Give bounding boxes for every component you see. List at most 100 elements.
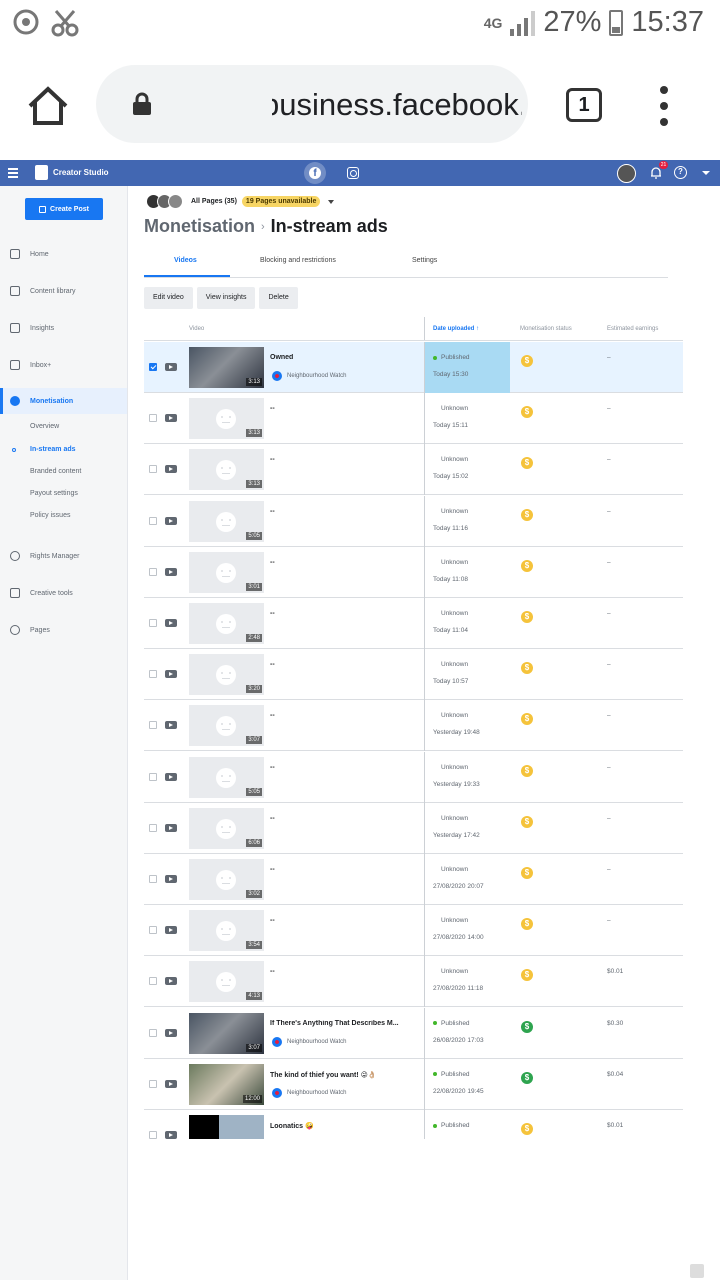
sidebar-item-monetisation[interactable]: Monetisation: [0, 388, 127, 414]
table-row[interactable]: 3:54 -- Unknown 27/08/2020 14:00 $ –: [144, 905, 683, 957]
table-row[interactable]: 12:00 The kind of thief you want! 😜👌🏼 Neig…: [144, 1058, 683, 1110]
table-row[interactable]: 5:05 -- Unknown Yesterday 19:33 $ –: [144, 751, 683, 803]
table-row[interactable]: 4:13 -- Unknown 27/08/2020 11:18 $ $0.01: [144, 956, 683, 1008]
tab-switcher-button[interactable]: 1: [566, 88, 602, 122]
help-icon[interactable]: ?: [674, 166, 687, 179]
subnav-branded-content[interactable]: Branded content: [30, 468, 81, 475]
row-checkbox[interactable]: [149, 977, 157, 986]
video-thumbnail[interactable]: 3:02: [189, 859, 264, 900]
video-thumbnail[interactable]: 3:13: [189, 347, 264, 388]
video-title[interactable]: Owned: [270, 354, 416, 361]
row-checkbox[interactable]: [149, 1131, 157, 1139]
video-thumbnail[interactable]: [189, 1115, 264, 1139]
video-thumbnail[interactable]: 3:07: [189, 705, 264, 747]
create-post-button[interactable]: Create Post: [25, 198, 103, 220]
row-checkbox[interactable]: [149, 619, 157, 627]
sidebar-item-pages[interactable]: Pages: [0, 617, 127, 643]
row-checkbox[interactable]: [149, 567, 157, 576]
signal-icon: [510, 10, 536, 36]
table-row[interactable]: 3:20 -- Unknown Today 10:57 $ –: [144, 649, 683, 701]
subnav-overview[interactable]: Overview: [30, 423, 59, 430]
row-checkbox[interactable]: [149, 414, 157, 423]
url-text[interactable]: business.facebook.com: [272, 87, 522, 123]
sidebar-item-content-library[interactable]: Content library: [0, 278, 127, 304]
video-thumbnail[interactable]: 5:05: [189, 500, 264, 542]
video-thumbnail[interactable]: 3:13: [189, 449, 264, 491]
profile-avatar[interactable]: [617, 164, 636, 183]
video-thumbnail[interactable]: 12:00: [189, 1063, 264, 1105]
row-checkbox[interactable]: [149, 823, 157, 832]
video-title[interactable]: If There's Anything That Describes M...: [270, 1020, 416, 1027]
chevron-down-icon[interactable]: [328, 199, 335, 204]
table-row[interactable]: Loonatics 🤪 Published $ $0.01: [144, 1110, 683, 1139]
sidebar-item-rights-manager[interactable]: Rights Manager: [0, 543, 127, 569]
pages-selector[interactable]: All Pages (35) 19 Pages unavailable: [146, 194, 335, 209]
tab-settings[interactable]: Settings: [412, 257, 437, 264]
sidebar-item-creative-tools[interactable]: Creative tools: [0, 580, 127, 606]
account-menu-caret-icon[interactable]: [702, 171, 710, 175]
row-checkbox[interactable]: [149, 465, 157, 474]
video-thumbnail[interactable]: 3:13: [189, 398, 264, 440]
sidebar-item-inbox[interactable]: Inbox+: [0, 352, 127, 378]
table-row[interactable]: 5:05 -- Unknown Today 11:16 $ –: [144, 495, 683, 547]
sidebar-item-home[interactable]: Home: [0, 241, 127, 267]
address-bar[interactable]: business.facebook.com: [96, 65, 528, 143]
video-title[interactable]: Loonatics 🤪: [270, 1122, 416, 1130]
row-checkbox[interactable]: [149, 926, 157, 935]
col-date-uploaded[interactable]: Date uploaded ↑: [433, 326, 479, 332]
video-title[interactable]: --: [270, 661, 416, 668]
subnav-in-stream-ads[interactable]: In-stream ads: [30, 446, 76, 453]
video-thumbnail[interactable]: 3:01: [189, 551, 264, 593]
hamburger-icon[interactable]: [8, 168, 18, 180]
video-thumbnail[interactable]: 2:48: [189, 603, 264, 644]
row-checkbox[interactable]: [149, 1028, 157, 1037]
video-title[interactable]: --: [270, 968, 416, 975]
row-checkbox[interactable]: [149, 670, 157, 679]
video-title[interactable]: --: [270, 815, 416, 822]
table-row[interactable]: 3:13 Owned Neighbourhood Watch Published Tod…: [144, 342, 683, 393]
video-title[interactable]: --: [270, 405, 416, 412]
facebook-tab-icon[interactable]: f: [304, 162, 326, 184]
video-title[interactable]: --: [270, 508, 416, 515]
video-title[interactable]: --: [270, 866, 416, 873]
video-thumbnail[interactable]: 3:54: [189, 910, 264, 952]
row-checkbox[interactable]: [149, 363, 157, 371]
video-title[interactable]: --: [270, 610, 416, 617]
table-row[interactable]: 2:48 -- Unknown Today 11:04 $ –: [144, 598, 683, 649]
table-row[interactable]: 3:13 -- Unknown Today 15:11 $ –: [144, 393, 683, 445]
delete-button[interactable]: Delete: [259, 287, 298, 309]
video-title[interactable]: The kind of thief you want! 😜👌🏼: [270, 1071, 416, 1079]
instagram-tab-icon[interactable]: [347, 167, 359, 179]
view-insights-button[interactable]: View insights: [196, 287, 256, 309]
home-icon[interactable]: [26, 84, 70, 128]
video-title[interactable]: --: [270, 456, 416, 463]
video-title[interactable]: --: [270, 712, 416, 719]
table-row[interactable]: 6:06 -- Unknown Yesterday 17:42 $ –: [144, 802, 683, 854]
video-thumbnail[interactable]: 4:13: [189, 961, 264, 1003]
sidebar-item-insights[interactable]: Insights: [0, 315, 127, 341]
row-checkbox[interactable]: [149, 875, 157, 883]
table-row[interactable]: 3:01 -- Unknown Today 11:08 $ –: [144, 546, 683, 598]
tab-videos[interactable]: Videos: [174, 257, 197, 264]
table-row[interactable]: 3:13 -- Unknown Today 15:02 $ –: [144, 444, 683, 496]
row-checkbox[interactable]: [149, 1079, 157, 1088]
video-title[interactable]: --: [270, 559, 416, 566]
breadcrumb-parent[interactable]: Monetisation: [144, 216, 255, 237]
row-checkbox[interactable]: [149, 516, 157, 525]
video-title[interactable]: --: [270, 917, 416, 924]
table-row[interactable]: 3:07 If There's Anything That Describes M…: [144, 1007, 683, 1059]
video-thumbnail[interactable]: 5:05: [189, 756, 264, 798]
table-row[interactable]: 3:07 -- Unknown Yesterday 19:48 $ –: [144, 700, 683, 752]
video-thumbnail[interactable]: 3:20: [189, 654, 264, 696]
row-checkbox[interactable]: [149, 772, 157, 781]
row-checkbox[interactable]: [149, 721, 157, 730]
video-thumbnail[interactable]: 3:07: [189, 1012, 264, 1054]
subnav-payout-settings[interactable]: Payout settings: [30, 490, 78, 497]
video-thumbnail[interactable]: 6:06: [189, 807, 264, 849]
overflow-menu-icon[interactable]: [660, 86, 670, 126]
tab-blocking-restrictions[interactable]: Blocking and restrictions: [260, 257, 336, 264]
video-title[interactable]: --: [270, 764, 416, 771]
table-row[interactable]: 3:02 -- Unknown 27/08/2020 20:07 $ –: [144, 854, 683, 905]
subnav-policy-issues[interactable]: Policy issues: [30, 512, 70, 519]
edit-video-button[interactable]: Edit video: [144, 287, 193, 309]
